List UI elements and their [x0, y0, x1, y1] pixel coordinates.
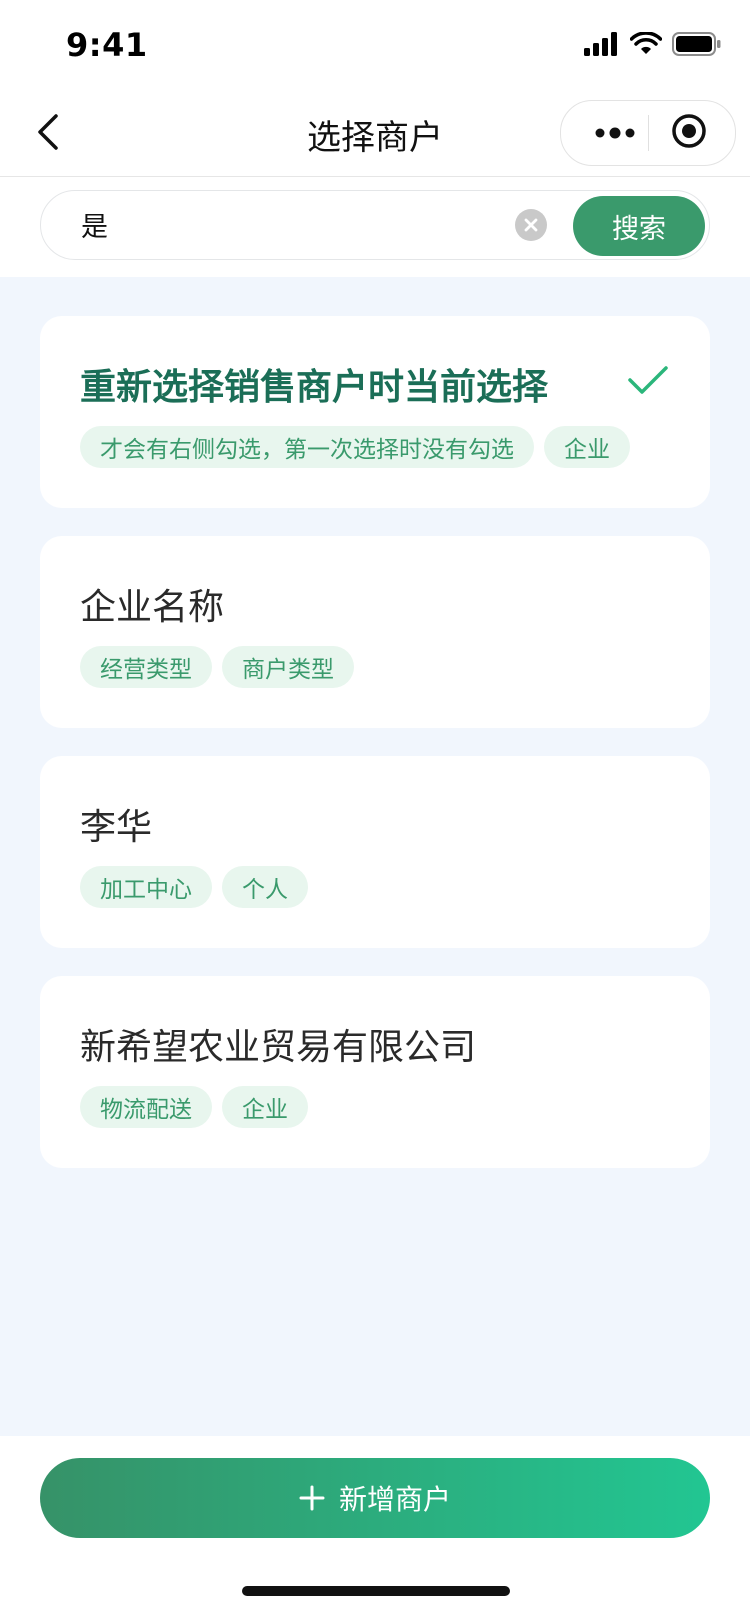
check-icon — [626, 360, 670, 400]
clear-icon[interactable] — [515, 209, 547, 241]
tag: 企业 — [222, 1086, 308, 1128]
merchant-tags: 加工中心 个人 — [80, 866, 318, 908]
tag: 经营类型 — [80, 646, 212, 688]
status-bar: 9:41 — [0, 0, 750, 92]
search-input[interactable]: 是 — [81, 205, 108, 244]
tag: 才会有右侧勾选，第一次选择时没有勾选 — [80, 426, 534, 468]
plus-icon — [299, 1485, 325, 1511]
close-mini-program-button[interactable] — [665, 101, 713, 165]
merchant-card[interactable]: 企业名称 经营类型 商户类型 — [40, 536, 710, 728]
bottom-bar: 新增商户 — [0, 1436, 750, 1624]
merchant-name: 李华 — [80, 807, 153, 848]
mini-program-capsule — [560, 100, 736, 166]
tag: 个人 — [222, 866, 308, 908]
search-button[interactable]: 搜索 — [573, 196, 705, 256]
tag: 企业 — [544, 426, 630, 468]
merchant-list: 重新选择销售商户时当前选择 才会有右侧勾选，第一次选择时没有勾选 企业 企业名称… — [40, 316, 710, 1196]
status-time: 9:41 — [66, 26, 148, 64]
merchant-card[interactable]: 新希望农业贸易有限公司 物流配送 企业 — [40, 976, 710, 1168]
search-area: 是 搜索 — [0, 177, 750, 277]
merchant-name: 企业名称 — [80, 587, 225, 628]
merchant-tags: 才会有右侧勾选，第一次选择时没有勾选 企业 — [80, 426, 640, 468]
capsule-divider — [648, 115, 649, 151]
merchant-card[interactable]: 重新选择销售商户时当前选择 才会有右侧勾选，第一次选择时没有勾选 企业 — [40, 316, 710, 508]
battery-icon — [672, 32, 722, 60]
more-dots-icon — [595, 124, 635, 143]
search-box: 是 搜索 — [40, 190, 710, 260]
wifi-icon — [629, 31, 663, 60]
status-icons — [574, 31, 722, 60]
cellular-signal-icon — [584, 32, 620, 60]
more-button[interactable] — [585, 101, 645, 165]
tag: 加工中心 — [80, 866, 212, 908]
navigation-bar: 选择商户 — [0, 92, 750, 177]
target-circle-icon — [671, 113, 707, 153]
merchant-card[interactable]: 李华 加工中心 个人 — [40, 756, 710, 948]
merchant-tags: 经营类型 商户类型 — [80, 646, 364, 688]
merchant-name: 新希望农业贸易有限公司 — [80, 1027, 477, 1068]
tag: 物流配送 — [80, 1086, 212, 1128]
add-merchant-button[interactable]: 新增商户 — [40, 1458, 710, 1538]
add-merchant-label: 新增商户 — [338, 1483, 451, 1516]
merchant-name: 重新选择销售商户时当前选择 — [80, 367, 549, 408]
home-indicator — [242, 1586, 510, 1596]
merchant-tags: 物流配送 企业 — [80, 1086, 318, 1128]
tag: 商户类型 — [222, 646, 354, 688]
